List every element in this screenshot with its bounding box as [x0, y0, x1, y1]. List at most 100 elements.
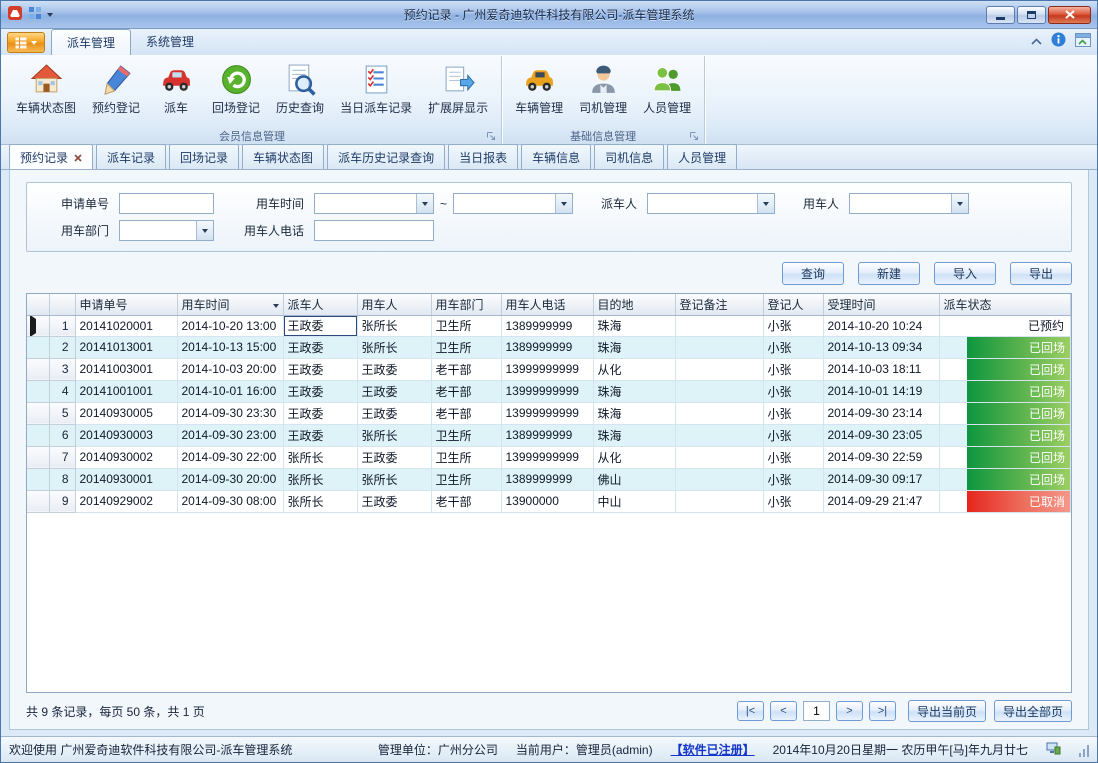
cell-dispatcher[interactable]: 王政委	[283, 336, 357, 358]
cell-registrar[interactable]: 小张	[763, 424, 823, 446]
ribbon-button[interactable]: 历史查询	[268, 58, 332, 128]
row-selector-cell[interactable]	[27, 336, 49, 358]
cell-dept[interactable]: 老干部	[431, 380, 501, 402]
row-number-cell[interactable]: 7	[49, 446, 75, 468]
cell-registrar[interactable]: 小张	[763, 315, 823, 336]
row-number-cell[interactable]: 4	[49, 380, 75, 402]
ribbon-button[interactable]: 派车	[148, 58, 204, 128]
cell-status[interactable]: 已回场	[939, 358, 1071, 380]
cell-accept_time[interactable]: 2014-10-01 14:19	[823, 380, 939, 402]
cell-destination[interactable]: 珠海	[593, 402, 675, 424]
document-tab[interactable]: 回场记录	[169, 144, 239, 169]
cell-dispatcher[interactable]: 王政委	[283, 315, 357, 336]
prev-page-button[interactable]: <	[770, 701, 797, 721]
cell-order_no[interactable]: 20140930002	[75, 446, 177, 468]
cell-accept_time[interactable]: 2014-10-13 09:34	[823, 336, 939, 358]
cell-dispatcher[interactable]: 王政委	[283, 380, 357, 402]
row-selector-cell[interactable]	[27, 468, 49, 490]
cell-dept[interactable]: 卫生所	[431, 424, 501, 446]
phone-input[interactable]	[314, 220, 434, 241]
row-selector-cell[interactable]	[27, 315, 49, 336]
cell-use_time[interactable]: 2014-09-30 23:00	[177, 424, 283, 446]
row-number-cell[interactable]: 3	[49, 358, 75, 380]
use-time-to-select[interactable]	[453, 193, 573, 214]
ribbon-button[interactable]: 司机管理	[571, 58, 635, 128]
combo-arrow-icon[interactable]	[951, 194, 968, 213]
column-header-registrar[interactable]: 登记人	[763, 294, 823, 315]
cell-user[interactable]: 王政委	[357, 402, 431, 424]
column-header-destination[interactable]: 目的地	[593, 294, 675, 315]
export-button[interactable]: 导出	[1010, 262, 1072, 285]
cell-destination[interactable]: 珠海	[593, 336, 675, 358]
app-menu-button[interactable]	[7, 32, 45, 53]
combo-arrow-icon[interactable]	[416, 194, 433, 213]
column-header-use_time[interactable]: 用车时间	[177, 294, 283, 315]
row-number-cell[interactable]: 2	[49, 336, 75, 358]
cell-phone[interactable]: 13999999999	[501, 402, 593, 424]
cell-user[interactable]: 张所长	[357, 315, 431, 336]
ribbon-tab[interactable]: 系统管理	[131, 29, 209, 55]
dept-select[interactable]	[119, 220, 214, 241]
time-filter-arrow-icon[interactable]	[273, 304, 279, 308]
cell-order_no[interactable]: 20140930003	[75, 424, 177, 446]
ribbon-button[interactable]: 预约登记	[84, 58, 148, 128]
cell-user[interactable]: 王政委	[357, 380, 431, 402]
ribbon-tab[interactable]: 派车管理	[51, 29, 131, 55]
cell-phone[interactable]: 13900000	[501, 490, 593, 512]
row-selector-cell[interactable]	[27, 446, 49, 468]
cell-dept[interactable]: 老干部	[431, 490, 501, 512]
column-header-phone[interactable]: 用车人电话	[501, 294, 593, 315]
use-time-from-select[interactable]	[314, 193, 434, 214]
ribbon-button[interactable]: 扩展屏显示	[420, 58, 496, 128]
cell-dept[interactable]: 卫生所	[431, 336, 501, 358]
cell-dispatcher[interactable]: 王政委	[283, 358, 357, 380]
close-button[interactable]	[1048, 6, 1091, 24]
cell-use_time[interactable]: 2014-09-30 20:00	[177, 468, 283, 490]
cell-accept_time[interactable]: 2014-09-30 23:05	[823, 424, 939, 446]
cell-registrar[interactable]: 小张	[763, 358, 823, 380]
combo-arrow-icon[interactable]	[555, 194, 572, 213]
cell-remark[interactable]	[675, 424, 763, 446]
row-selector-cell[interactable]	[27, 380, 49, 402]
table-row[interactable]: 5201409300052014-09-30 23:30王政委王政委老干部139…	[27, 402, 1071, 424]
cell-destination[interactable]: 中山	[593, 490, 675, 512]
cell-use_time[interactable]: 2014-09-30 08:00	[177, 490, 283, 512]
cell-order_no[interactable]: 20140929002	[75, 490, 177, 512]
cell-destination[interactable]: 从化	[593, 446, 675, 468]
table-row[interactable]: 6201409300032014-09-30 23:00王政委张所长卫生所138…	[27, 424, 1071, 446]
cell-status[interactable]: 已回场	[939, 468, 1071, 490]
cell-destination[interactable]: 珠海	[593, 424, 675, 446]
cell-order_no[interactable]: 20141001001	[75, 380, 177, 402]
column-header-order_no[interactable]: 申请单号	[75, 294, 177, 315]
cell-status[interactable]: 已预约	[939, 315, 1071, 336]
cell-remark[interactable]	[675, 358, 763, 380]
info-icon[interactable]	[1051, 32, 1066, 50]
resize-grip[interactable]	[1079, 743, 1089, 757]
cell-order_no[interactable]: 20141013001	[75, 336, 177, 358]
table-row[interactable]: 4201410010012014-10-01 16:00王政委王政委老干部139…	[27, 380, 1071, 402]
cell-remark[interactable]	[675, 490, 763, 512]
last-page-button[interactable]: >|	[869, 701, 896, 721]
cell-dispatcher[interactable]: 张所长	[283, 446, 357, 468]
table-row[interactable]: 7201409300022014-09-30 22:00张所长王政委卫生所139…	[27, 446, 1071, 468]
cell-order_no[interactable]: 20141003001	[75, 358, 177, 380]
cell-user[interactable]: 王政委	[357, 490, 431, 512]
cell-status[interactable]: 已回场	[939, 380, 1071, 402]
cell-phone[interactable]: 1389999999	[501, 424, 593, 446]
cell-dispatcher[interactable]: 王政委	[283, 402, 357, 424]
registered-link[interactable]: 【软件已注册】	[671, 741, 755, 758]
row-selector-cell[interactable]	[27, 424, 49, 446]
cell-dispatcher[interactable]: 张所长	[283, 468, 357, 490]
export-current-page-button[interactable]: 导出当前页	[908, 700, 986, 722]
row-selector-cell[interactable]	[27, 402, 49, 424]
row-number-cell[interactable]: 1	[49, 315, 75, 336]
cell-dept[interactable]: 卫生所	[431, 446, 501, 468]
dialog-launcher-icon[interactable]	[486, 131, 497, 142]
column-header-dept[interactable]: 用车部门	[431, 294, 501, 315]
cell-use_time[interactable]: 2014-10-01 16:00	[177, 380, 283, 402]
cell-phone[interactable]: 13999999999	[501, 358, 593, 380]
create-button[interactable]: 新建	[858, 262, 920, 285]
cell-user[interactable]: 张所长	[357, 336, 431, 358]
cell-registrar[interactable]: 小张	[763, 336, 823, 358]
export-all-pages-button[interactable]: 导出全部页	[994, 700, 1072, 722]
